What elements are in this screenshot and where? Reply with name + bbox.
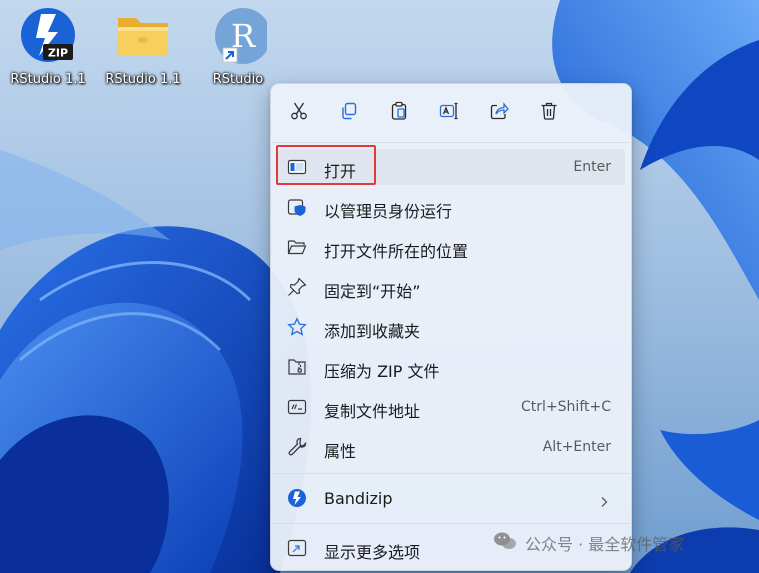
zip-badge-text: ZIP: [48, 47, 68, 60]
pin-icon: [287, 277, 307, 297]
menu-item-label: 显示更多选项: [324, 543, 421, 562]
menu-separator: [272, 142, 630, 143]
watermark: 公众号 · 最全软件管家: [493, 531, 684, 555]
trash-icon: [539, 101, 559, 125]
desktop-icon-label: RStudio: [212, 72, 264, 87]
menu-item-label: 属性: [324, 442, 357, 461]
desktop-icon-rstudio-zip[interactable]: ZIP RStudio 1.1: [0, 6, 96, 98]
menu-item-open[interactable]: 打开 Enter: [277, 149, 625, 185]
desktop-icon-rstudio-folder[interactable]: RStudio 1.1: [95, 6, 191, 98]
scissors-icon: [289, 101, 309, 125]
share-icon: [489, 101, 509, 125]
menu-item-label: 打开: [324, 162, 357, 181]
chevron-right-icon: [599, 493, 609, 507]
menu-item-shortcut: Enter: [573, 159, 611, 175]
menu-item-add-to-favorites[interactable]: 添加到收藏夹: [277, 309, 625, 345]
folder-open-icon: [287, 237, 307, 257]
rename-button[interactable]: [431, 96, 467, 130]
zip-file-icon: [287, 357, 307, 377]
menu-item-label: 固定到“开始”: [324, 282, 421, 301]
copy-icon: [339, 101, 359, 125]
copy-button[interactable]: [331, 96, 367, 130]
menu-separator: [272, 523, 630, 524]
menu-item-label: 打开文件所在的位置: [324, 242, 469, 261]
watermark-text: 公众号 · 最全软件管家: [525, 535, 685, 554]
context-menu: 打开 Enter 以管理员身份运行 打开文件所在的位置 固定到“开始” 添加到收…: [270, 83, 632, 571]
menu-item-label: 复制文件地址: [324, 402, 421, 421]
wechat-icon: [493, 530, 517, 556]
menu-item-copy-path[interactable]: 复制文件地址 Ctrl+Shift+C: [277, 389, 625, 425]
menu-item-run-as-admin[interactable]: 以管理员身份运行: [277, 189, 625, 225]
star-icon: [287, 317, 307, 337]
cut-button[interactable]: [281, 96, 317, 130]
delete-button[interactable]: [531, 96, 567, 130]
more-options-icon: [287, 538, 307, 558]
desktop-icon-label: RStudio 1.1: [10, 72, 86, 87]
paste-button[interactable]: [381, 96, 417, 130]
rename-icon: [439, 101, 459, 125]
menu-item-label: Bandizip: [324, 489, 393, 508]
menu-item-compress-zip[interactable]: 压缩为 ZIP 文件: [277, 349, 625, 385]
wrench-icon: [287, 437, 307, 457]
menu-item-properties[interactable]: 属性 Alt+Enter: [277, 429, 625, 465]
menu-item-label: 添加到收藏夹: [324, 322, 421, 341]
copy-path-icon: [287, 397, 307, 417]
menu-item-shortcut: Ctrl+Shift+C: [521, 399, 611, 415]
folder-icon: [114, 6, 172, 64]
menu-item-open-file-location[interactable]: 打开文件所在的位置: [277, 229, 625, 265]
rstudio-shortcut-icon: R: [209, 6, 271, 64]
menu-item-label: 压缩为 ZIP 文件: [324, 362, 440, 381]
zip-archive-icon: ZIP: [19, 6, 77, 64]
menu-separator: [272, 473, 630, 474]
menu-item-pin-to-start[interactable]: 固定到“开始”: [277, 269, 625, 305]
menu-item-label: 以管理员身份运行: [324, 202, 453, 221]
menu-item-bandizip[interactable]: Bandizip: [277, 480, 625, 516]
desktop-icon-label: RStudio 1.1: [105, 72, 181, 87]
open-icon: [287, 157, 307, 177]
bandizip-icon: [287, 488, 307, 508]
admin-shield-icon: [287, 197, 307, 217]
paste-icon: [389, 101, 409, 125]
menu-item-shortcut: Alt+Enter: [542, 439, 611, 455]
quick-actions-bar: [271, 84, 633, 142]
share-button[interactable]: [481, 96, 517, 130]
